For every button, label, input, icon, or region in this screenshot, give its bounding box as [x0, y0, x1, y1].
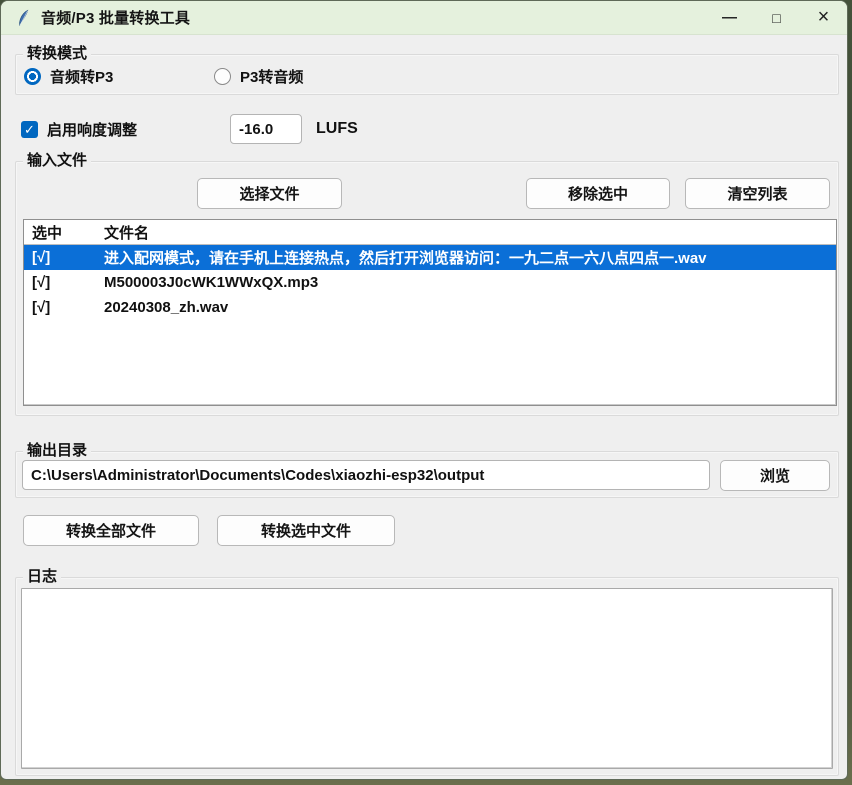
maximize-button[interactable]: □ [753, 1, 800, 34]
remove-selected-button[interactable]: 移除选中 [526, 178, 670, 209]
mode-group: 转换模式 音频转P3 P3转音频 [15, 54, 839, 95]
row-filename: 进入配网模式，请在手机上连接热点，然后打开浏览器访问：一九二点一六八点四点一.w… [102, 247, 836, 268]
app-window: 音频/P3 批量转换工具 — □ × 转换模式 音频转P3 P3转音频 ✓ 启用… [0, 0, 848, 780]
loudness-row: ✓ 启用响度调整 LUFS [21, 114, 358, 144]
input-files-label: 输入文件 [23, 151, 91, 171]
output-dir-label: 输出目录 [23, 441, 91, 461]
mode-group-label: 转换模式 [23, 44, 91, 64]
radio-p3-to-audio[interactable]: P3转音频 [214, 66, 303, 87]
column-header-filename[interactable]: 文件名 [102, 222, 836, 243]
minimize-button[interactable]: — [706, 1, 753, 34]
file-table-body: [√]进入配网模式，请在手机上连接热点，然后打开浏览器访问：一九二点一六八点四点… [24, 245, 836, 320]
row-checked-mark: [√] [24, 249, 102, 266]
file-table: 选中 文件名 [√]进入配网模式，请在手机上连接热点，然后打开浏览器访问：一九二… [23, 219, 837, 406]
select-files-button[interactable]: 选择文件 [197, 178, 342, 209]
convert-selected-button[interactable]: 转换选中文件 [217, 515, 395, 546]
row-checked-mark: [√] [24, 274, 102, 291]
log-textarea[interactable] [21, 588, 833, 769]
radio-dot-selected-icon [24, 68, 41, 85]
row-checked-mark: [√] [24, 299, 102, 316]
row-filename: M500003J0cWK1WWxQX.mp3 [102, 274, 836, 291]
browse-button[interactable]: 浏览 [720, 460, 830, 491]
convert-all-button[interactable]: 转换全部文件 [23, 515, 199, 546]
lufs-unit-label: LUFS [316, 120, 358, 138]
radio-label: 音频转P3 [50, 66, 113, 87]
log-label: 日志 [23, 567, 61, 587]
close-button[interactable]: × [800, 1, 847, 34]
loudness-checkbox-label[interactable]: 启用响度调整 [47, 119, 137, 140]
radio-audio-to-p3[interactable]: 音频转P3 [24, 66, 113, 87]
window-controls: — □ × [706, 1, 847, 34]
title-bar: 音频/P3 批量转换工具 — □ × [1, 1, 847, 35]
radio-label: P3转音频 [240, 66, 303, 87]
row-filename: 20240308_zh.wav [102, 299, 836, 316]
loudness-checkbox[interactable]: ✓ [21, 121, 38, 138]
output-dir-group: 输出目录 浏览 [15, 451, 839, 498]
table-row[interactable]: [√]进入配网模式，请在手机上连接热点，然后打开浏览器访问：一九二点一六八点四点… [24, 245, 836, 270]
file-table-header: 选中 文件名 [24, 220, 836, 245]
clear-list-button[interactable]: 清空列表 [685, 178, 830, 209]
column-header-checked[interactable]: 选中 [24, 222, 102, 243]
table-row[interactable]: [√]M500003J0cWK1WWxQX.mp3 [24, 270, 836, 295]
radio-dot-unselected-icon [214, 68, 231, 85]
window-title: 音频/P3 批量转换工具 [41, 7, 190, 28]
app-feather-icon [14, 9, 32, 27]
table-row[interactable]: [√]20240308_zh.wav [24, 295, 836, 320]
loudness-value-input[interactable] [230, 114, 302, 144]
output-dir-input[interactable] [22, 460, 710, 490]
